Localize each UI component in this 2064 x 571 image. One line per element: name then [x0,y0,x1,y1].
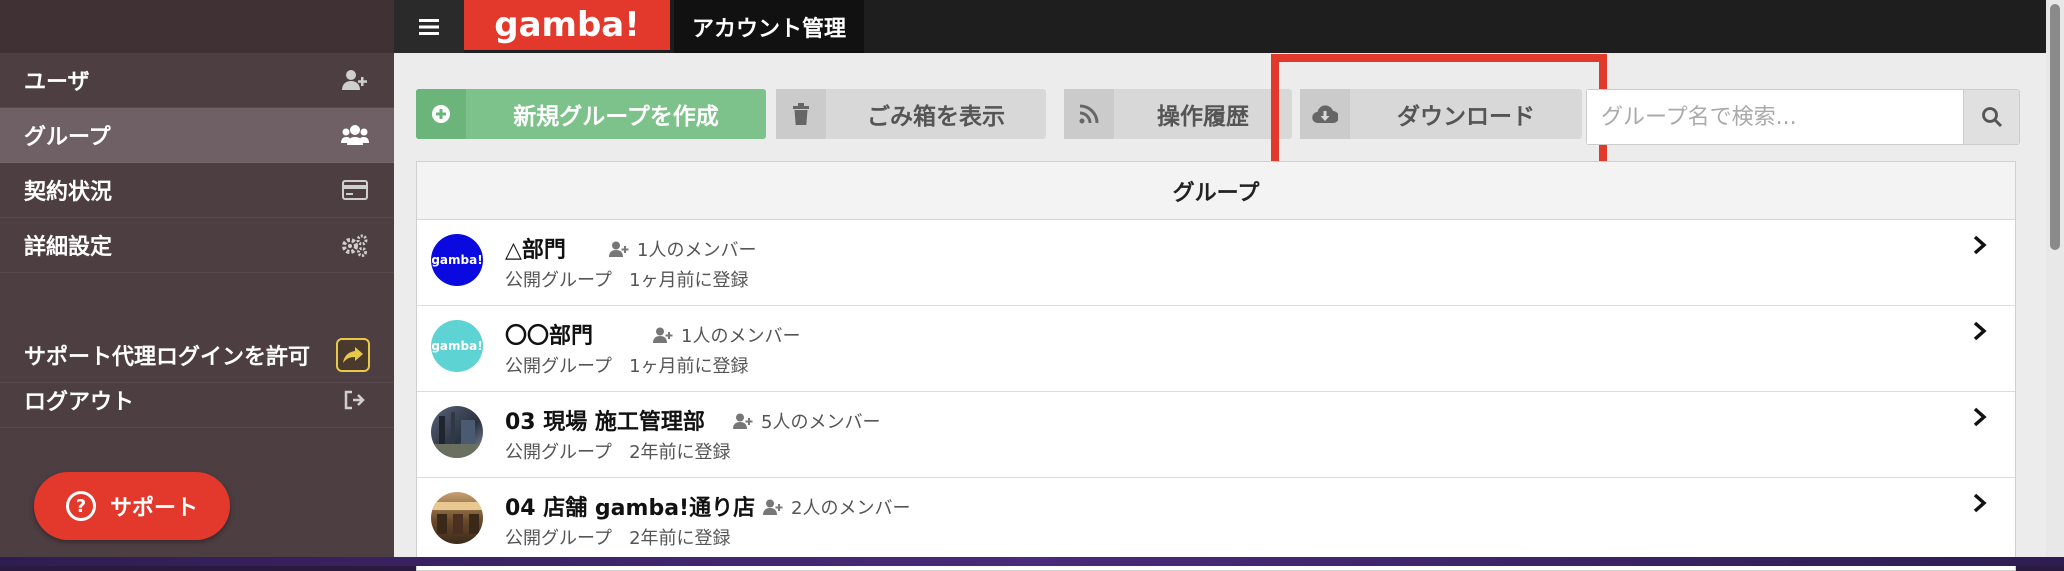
credit-card-icon [340,175,370,205]
member-count-text: 2人のメンバー [791,498,911,519]
group-visibility: 公開グループ [505,528,612,549]
history-label: 操作履歴 [1157,104,1249,130]
avatar: gamba! [431,320,483,372]
avatar [431,406,483,458]
member-count-text: 1人のメンバー [637,240,757,261]
top-header: gamba! アカウント管理 [394,0,2046,53]
member-count: 5人のメンバー [733,408,880,434]
sidebar-top-bar [0,0,394,53]
sidebar-item-label: グループ [24,125,111,150]
new-group-button[interactable]: 新規グループを作成 [416,89,766,139]
user-plus-icon [733,413,753,429]
question-icon: ? [65,491,96,521]
main-content: 新規グループを作成 ごみ箱を表示 操作履歴 ダウンロード グループ名で検索...… [394,53,2046,571]
sidebar-item-contract[interactable]: 契約状況 [0,163,394,218]
chevron-right-icon [1973,235,1987,255]
menu-toggle-button[interactable] [394,0,464,53]
sign-out-icon [340,385,370,415]
member-count: 2人のメンバー [763,494,910,520]
member-count-text: 1人のメンバー [681,326,801,347]
member-count-text: 5人のメンバー [761,412,881,433]
search-input[interactable] [1587,90,1963,144]
new-group-label: 新規グループを作成 [513,104,719,130]
group-row[interactable]: gamba! △部門 1人のメンバー 公開グループ 1ヶ月前に登録 [417,220,2015,306]
desktop-background-strip [0,557,2064,566]
group-meta: 公開グループ 1ヶ月前に登録 [505,266,749,292]
gears-icon [340,230,370,260]
group-visibility: 公開グループ [505,442,612,463]
group-registered: 2年前に登録 [629,528,731,549]
support-button-label: サポート [109,496,198,521]
show-trash-label: ごみ箱を表示 [867,104,1005,130]
search-button[interactable] [1963,90,2019,144]
trash-icon [776,89,826,139]
sidebar-item-label: 契約状況 [24,180,113,205]
sidebar-item-label: ユーザ [24,70,90,95]
users-icon [340,120,370,150]
page-title: アカウント管理 [674,0,864,53]
sidebar-item-users[interactable]: ユーザ [0,53,394,108]
group-meta: 公開グループ 2年前に登録 [505,524,731,550]
vertical-scrollbar[interactable] [2046,0,2064,560]
history-button[interactable]: 操作履歴 [1064,89,1292,139]
avatar [431,492,483,544]
sidebar-item-label: 詳細設定 [24,235,113,260]
chevron-right-icon [1973,493,1987,513]
group-visibility: 公開グループ [505,356,612,377]
group-name: 〇〇部門 [505,324,594,349]
chevron-right-icon [1973,407,1987,427]
member-count: 1人のメンバー [653,322,800,348]
group-registered: 2年前に登録 [629,442,731,463]
group-row[interactable]: 04 店舗 gamba!通り店 2人のメンバー 公開グループ 2年前に登録 [417,478,2015,564]
share-icon [336,338,370,372]
avatar-photo [431,412,483,458]
show-trash-button[interactable]: ごみ箱を表示 [776,89,1046,139]
brand-logo[interactable]: gamba! [464,0,670,50]
sidebar-item-label: サポート代理ログインを許可 [24,345,311,370]
group-name: 03 現場 施工管理部 [505,410,705,435]
panel-title: グループ [417,162,2015,220]
scrollbar-thumb[interactable] [2050,4,2060,250]
avatar: gamba! [431,234,483,286]
sidebar-item-logout[interactable]: ログアウト [0,373,394,428]
sidebar-item-label: ログアウト [24,390,135,415]
sidebar: ユーザ グループ 契約状況 詳細設定 サポート代理ログインを許可 ログアウト ?… [0,0,394,560]
group-registered: 1ヶ月前に登録 [629,270,749,291]
plus-circle-icon [416,89,466,139]
search-icon [1981,107,2002,128]
avatar-photo [431,502,483,534]
app-window: ユーザ グループ 契約状況 詳細設定 サポート代理ログインを許可 ログアウト ?… [0,0,2064,571]
chevron-right-icon [1973,321,1987,341]
user-plus-icon [763,499,783,515]
avatar-text: gamba! [431,253,483,267]
search-bar [1586,89,2020,145]
group-row[interactable]: gamba! 〇〇部門 1人のメンバー 公開グループ 1ヶ月前に登録 [417,306,2015,392]
group-name: 04 店舗 gamba!通り店 [505,496,756,521]
group-row[interactable]: 03 現場 施工管理部 5人のメンバー 公開グループ 2年前に登録 [417,392,2015,478]
group-meta: 公開グループ 1ヶ月前に登録 [505,352,749,378]
group-name: △部門 [505,238,566,263]
user-plus-icon [340,65,370,95]
user-plus-icon [653,327,673,343]
group-meta: 公開グループ 2年前に登録 [505,438,731,464]
group-list-panel: グループ gamba! △部門 1人のメンバー 公開グループ 1ヶ月前に登録 g… [416,161,2016,571]
hamburger-icon [419,18,439,35]
highlight-annotation-box [1271,54,1607,176]
support-button[interactable]: ? サポート [34,472,230,540]
member-count: 1人のメンバー [609,236,756,262]
user-plus-icon [609,241,629,257]
sidebar-item-groups[interactable]: グループ [0,108,394,163]
group-registered: 1ヶ月前に登録 [629,356,749,377]
rss-icon [1064,89,1114,139]
avatar-text: gamba! [431,339,483,353]
group-visibility: 公開グループ [505,270,612,291]
sidebar-item-settings[interactable]: 詳細設定 [0,218,394,273]
